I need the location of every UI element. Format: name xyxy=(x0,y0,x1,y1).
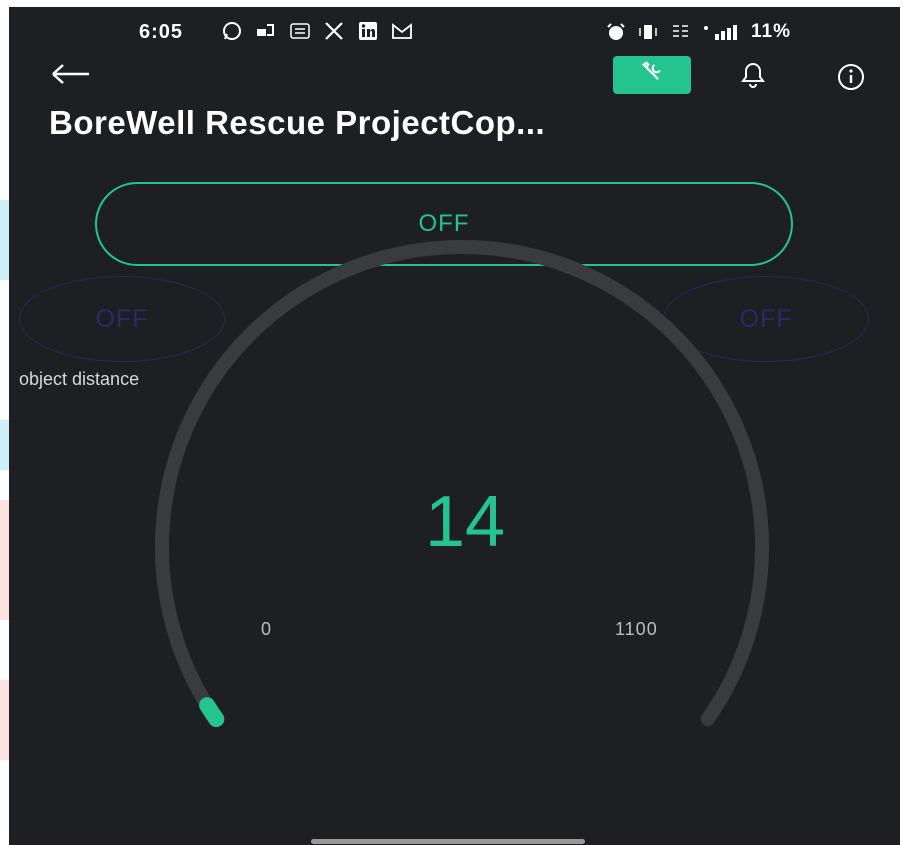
gauge-value: 14 xyxy=(424,482,506,562)
distance-gauge xyxy=(155,240,769,728)
gauge-max-label: 1100 xyxy=(615,619,658,639)
phone-screen: 6:05 11% BoreWell Rescue ProjectCop... O… xyxy=(9,7,900,845)
gauge-fill xyxy=(199,697,225,728)
gauge-min-label: 0 xyxy=(261,619,272,639)
home-indicator[interactable] xyxy=(311,839,585,844)
